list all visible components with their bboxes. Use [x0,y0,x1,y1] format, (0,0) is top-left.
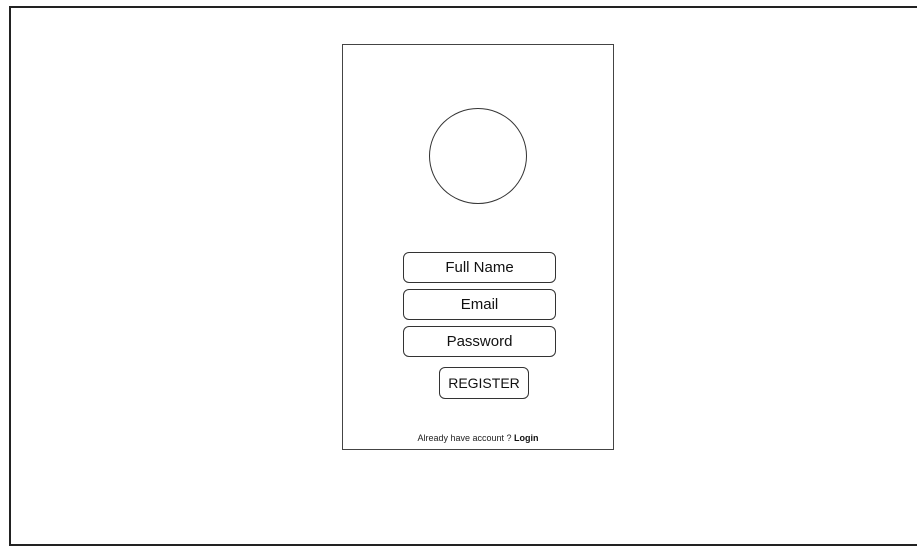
email-field[interactable]: Email [403,289,556,320]
full-name-placeholder: Full Name [445,259,514,276]
avatar-placeholder-icon[interactable] [429,108,527,204]
register-button-label: REGISTER [448,375,520,391]
login-link[interactable]: Login [514,433,539,443]
password-placeholder: Password [446,333,513,350]
email-placeholder: Email [460,296,499,313]
register-button[interactable]: REGISTER [439,367,529,399]
password-field[interactable]: Password [403,326,556,357]
full-name-field[interactable]: Full Name [403,252,556,283]
login-prompt: Already have account ? Login [343,433,613,443]
register-screen: Full Name Email Password REGISTER Alread… [342,44,614,450]
login-prompt-text: Already have account ? [417,433,512,443]
